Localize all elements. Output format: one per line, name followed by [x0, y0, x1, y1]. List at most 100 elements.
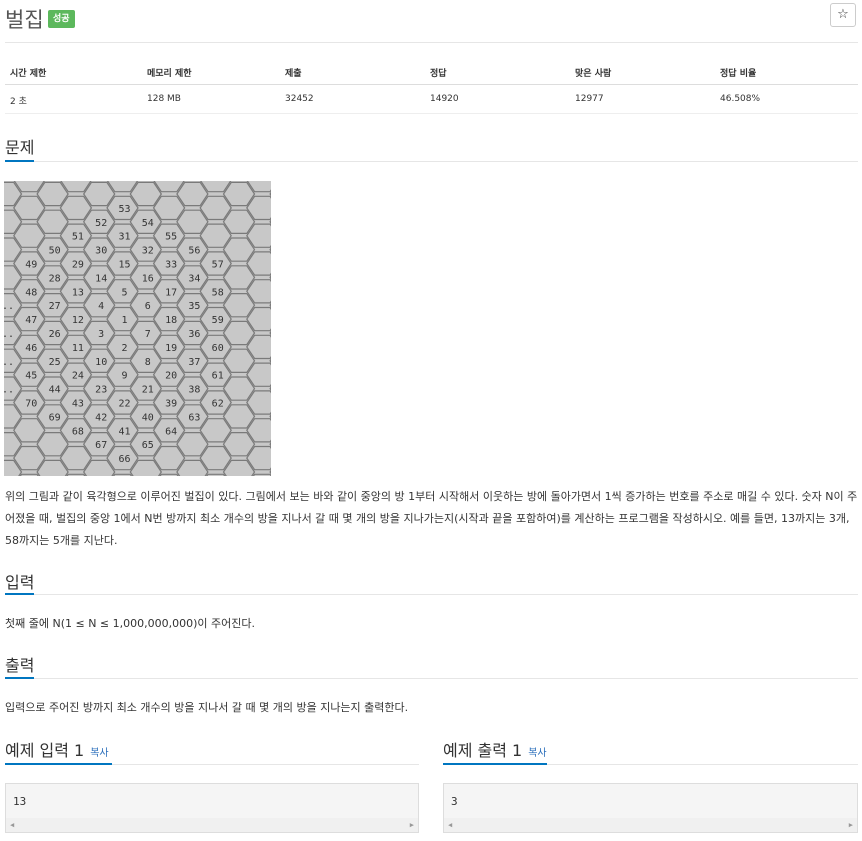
section-underline [5, 160, 34, 162]
hex-cell [222, 292, 256, 318]
problem-heading: 문제 [5, 138, 35, 157]
hex-label: 1 [121, 315, 127, 326]
scroll-left-icon[interactable]: ◀ [10, 821, 14, 829]
table-bottom-divider [5, 113, 858, 114]
hex-label: 58 [212, 287, 224, 298]
sample-output-value: 3 [451, 795, 458, 808]
hex-label: 29 [72, 260, 84, 271]
hex-cell [4, 265, 23, 290]
hex-label: .. [4, 357, 14, 368]
section-divider [5, 594, 858, 595]
hex-label: 21 [142, 385, 154, 396]
hex-cell [4, 404, 23, 429]
hex-label: 6 [145, 301, 151, 312]
table-divider [5, 84, 858, 85]
hex-cell [13, 223, 46, 248]
stat-value-time: 2 초 [10, 97, 27, 107]
star-button[interactable]: ☆ [830, 3, 856, 27]
hex-cell [4, 181, 23, 207]
hex-label: 59 [212, 315, 224, 326]
hex-label: 53 [118, 204, 130, 215]
hex-cell [269, 358, 271, 364]
sample-input-title: 예제 입력 1 [5, 741, 85, 760]
hex-cell [222, 432, 256, 457]
hex-cell [36, 432, 69, 457]
hex-label: 9 [121, 371, 127, 382]
hex-label: 44 [49, 385, 61, 396]
hex-cell [199, 418, 232, 443]
copy-output-button[interactable]: 복사 [528, 748, 546, 759]
hex-cell [13, 195, 46, 221]
hex-label: 47 [25, 315, 37, 326]
horizontal-scrollbar[interactable]: ◀ ▶ [444, 818, 857, 832]
hex-label: 30 [95, 246, 107, 257]
hex-cell [4, 432, 23, 457]
stat-value-submit: 32452 [285, 94, 314, 104]
hex-label: 62 [212, 399, 224, 410]
honeycomb-figure: 53 52 54 51 31 55 50 30 32 56 49 29 15 33 57 28 14 16 34 48… [4, 181, 271, 476]
scroll-right-icon[interactable]: ▶ [849, 821, 853, 829]
hex-label: 46 [25, 343, 37, 354]
hex-label: 28 [49, 273, 61, 284]
stat-header-submit: 제출 [285, 69, 302, 79]
hex-label: 8 [145, 357, 151, 368]
hex-label: 41 [118, 426, 130, 437]
hex-cell [222, 348, 256, 373]
hex-cell [13, 445, 46, 471]
hex-label: 12 [72, 315, 84, 326]
sample-input-box[interactable]: 13 ◀ ▶ [5, 783, 419, 833]
hex-label: .. [4, 301, 14, 312]
hex-label: 50 [49, 246, 61, 257]
hex-label: 31 [118, 232, 130, 243]
hex-label: 48 [25, 287, 37, 298]
copy-input-button[interactable]: 복사 [90, 748, 108, 759]
stat-value-correct: 14920 [430, 94, 459, 104]
input-heading: 입력 [5, 573, 35, 592]
hex-cell [82, 181, 116, 207]
hex-label: 24 [72, 371, 84, 382]
honeycomb-svg: 5352 5451 31 5550 30 32 5649 29 15 33 5728 14 16 3448… [4, 181, 271, 476]
hex-label: 56 [188, 246, 200, 257]
hex-cell [176, 209, 209, 235]
hex-label: 27 [49, 301, 61, 312]
hex-label: 39 [165, 399, 177, 410]
hex-label: 19 [165, 343, 177, 354]
sample-input-value: 13 [13, 795, 27, 808]
scroll-left-icon[interactable]: ◀ [448, 821, 452, 829]
hex-label: 63 [188, 412, 200, 423]
hex-label: 18 [165, 315, 177, 326]
hex-label: .. [4, 385, 14, 396]
hex-label: 2 [121, 343, 127, 354]
section-divider [5, 678, 858, 679]
hex-label: 3 [98, 329, 104, 340]
hex-cell [222, 181, 256, 207]
hex-label: 67 [95, 440, 107, 451]
hex-cell [269, 330, 271, 336]
hex-cell [152, 195, 186, 221]
hex-cell [269, 274, 271, 280]
hex-cell [13, 418, 46, 443]
hex-cell [252, 473, 271, 476]
section-underline [5, 763, 112, 765]
hex-cell [4, 237, 23, 262]
section-underline [5, 677, 34, 679]
hex-cell [152, 445, 186, 471]
hex-label: 23 [95, 385, 107, 396]
section-underline [5, 593, 34, 595]
output-description: 입력으로 주어진 방까지 최소 개수의 방을 지나서 갈 때 몇 개의 방을 지… [5, 701, 409, 714]
output-heading: 출력 [5, 656, 35, 675]
hex-label: 51 [72, 232, 84, 243]
hex-label: 57 [212, 260, 224, 271]
sample-output-box[interactable]: 3 ◀ ▶ [443, 783, 858, 833]
input-description: 첫째 줄에 N(1 ≤ N ≤ 1,000,000,000)이 주어진다. [5, 617, 255, 630]
hex-cell [36, 209, 69, 235]
hex-label: 20 [165, 371, 177, 382]
hex-label: 14 [95, 273, 107, 284]
hex-cell [199, 445, 232, 471]
hex-label: 66 [118, 454, 130, 465]
hex-label: 38 [188, 385, 200, 396]
scroll-right-icon[interactable]: ▶ [410, 821, 414, 829]
hex-label: 11 [72, 343, 84, 354]
horizontal-scrollbar[interactable]: ◀ ▶ [6, 818, 418, 832]
hex-cell [199, 223, 232, 248]
